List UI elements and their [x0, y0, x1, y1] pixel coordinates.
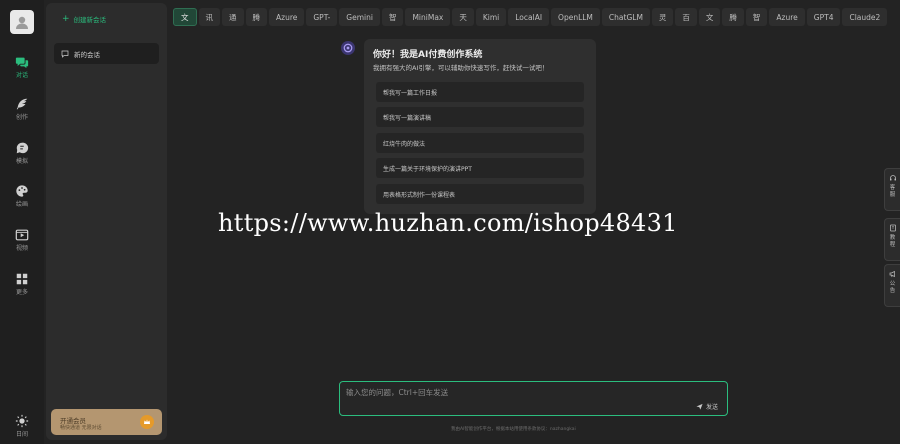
grid-icon	[16, 273, 28, 285]
send-icon	[696, 403, 703, 410]
tutorial-button[interactable]: 教程	[884, 218, 900, 261]
model-tab[interactable]: Gemini	[339, 8, 380, 26]
feather-icon	[16, 98, 28, 110]
model-tab[interactable]: 文	[173, 8, 197, 26]
tutorial-label: 教程	[889, 235, 896, 248]
book-icon	[889, 224, 896, 232]
model-tab[interactable]: 百	[675, 8, 697, 26]
announcement-button[interactable]: 公告	[884, 264, 900, 307]
crown-icon	[140, 415, 154, 429]
model-tab[interactable]: Azure	[269, 8, 305, 26]
model-tab[interactable]: 灵	[651, 8, 674, 26]
chat-icon	[15, 57, 29, 69]
model-tab[interactable]: OpenLLM	[551, 8, 600, 26]
conversation-item[interactable]: 新的会话	[54, 43, 159, 64]
bot-logo-icon	[343, 43, 353, 53]
message-icon	[61, 50, 69, 58]
new-chat-label: 创建新会话	[73, 16, 107, 24]
customer-service-label: 客服	[889, 185, 896, 198]
user-avatar[interactable]	[10, 10, 34, 34]
suggestion-item[interactable]: 用表格形式制作一份课程表	[376, 184, 584, 204]
model-tab[interactable]: 智	[745, 8, 768, 26]
plus-icon: +	[62, 14, 70, 24]
watermark-text: https://www.huzhan.com/ishop48431	[218, 209, 678, 237]
suggestion-item[interactable]: 红烧牛肉的做法	[376, 133, 584, 153]
send-button[interactable]: 发送	[696, 402, 718, 411]
chat-input-box: 发送	[339, 381, 728, 416]
model-tab[interactable]: Kimi	[475, 8, 507, 26]
nav-item-more[interactable]: 更多	[0, 272, 44, 306]
theme-toggle[interactable]: 日间	[0, 414, 44, 444]
welcome-title: 你好！我是AI付费创作系统	[373, 50, 483, 60]
suggestion-item[interactable]: 生成一篇关于环境保护的演讲PPT	[376, 158, 584, 178]
bot-avatar	[341, 41, 355, 55]
welcome-subtitle: 我拥有强大的AI引擎，可以辅助你快速写作，赶快试一试吧！	[373, 64, 549, 72]
model-tab[interactable]: LocalAI	[508, 8, 550, 26]
sun-icon	[15, 414, 29, 428]
suggestion-item[interactable]: 帮我写一篇演讲稿	[376, 107, 584, 127]
nav-item-draw[interactable]: 绘画	[0, 184, 44, 218]
vip-banner[interactable]: 开通会员 畅快通道 无限对话	[51, 409, 162, 435]
nav-item-label: 对话	[15, 72, 28, 79]
nav-item-label: 更多	[15, 289, 28, 296]
vip-subtitle: 畅快通道 无限对话	[60, 425, 102, 431]
model-tab[interactable]: 腾	[245, 8, 267, 26]
nav-item-create[interactable]: 创作	[0, 97, 44, 131]
user-icon	[16, 16, 28, 29]
model-tab[interactable]: 讯	[198, 8, 220, 26]
video-icon	[15, 229, 29, 241]
nav-item-video[interactable]: 视频	[0, 228, 44, 262]
model-tab[interactable]: 智	[381, 8, 404, 26]
announcement-label: 公告	[889, 281, 896, 294]
model-tab[interactable]: GPT-	[306, 8, 338, 26]
theme-toggle-label: 日间	[15, 431, 28, 438]
conversation-panel: + 创建新会话 新的会话 开通会员 畅快通道 无限对话	[46, 3, 167, 440]
new-chat-button[interactable]: + 创建新会话	[62, 14, 107, 25]
model-tab[interactable]: 文	[698, 8, 721, 26]
headset-icon	[889, 175, 896, 181]
chat-input[interactable]	[346, 387, 686, 401]
model-tab[interactable]: 腾	[722, 8, 744, 26]
nav-item-label: 创作	[15, 114, 28, 121]
nav-item-label: 绘画	[15, 201, 28, 208]
left-rail: 对话 创作 模拟 绘画 视频 更多 日间	[0, 0, 44, 444]
brain-icon	[16, 142, 29, 154]
footer-text: 我由AI智能创作平台，根据本站用使用条款协议：nazhangkai	[451, 427, 576, 432]
nav-item-label: 模拟	[15, 158, 28, 165]
model-tab[interactable]: ChatGLM	[601, 8, 650, 26]
conversation-title: 新的会话	[74, 50, 100, 59]
nav-item-chat[interactable]: 对话	[0, 55, 44, 89]
send-label: 发送	[705, 404, 718, 411]
nav-item-simulate[interactable]: 模拟	[0, 141, 44, 175]
nav-item-label: 视频	[15, 245, 28, 252]
model-tab[interactable]: Claude2	[842, 8, 888, 26]
model-tab[interactable]: MiniMax	[405, 8, 451, 26]
model-tab[interactable]: Azure	[769, 8, 805, 26]
palette-icon	[16, 185, 28, 197]
model-tab[interactable]: 通	[222, 8, 244, 26]
model-tab[interactable]: 天	[452, 8, 474, 26]
megaphone-icon	[889, 270, 895, 278]
customer-service-button[interactable]: 客服	[884, 168, 900, 211]
model-tabs: 文讯通腾 Azure GPT- Gemini 智 MiniMax 天 Kimi LocalAI O…	[173, 8, 888, 26]
suggestion-item[interactable]: 帮我写一篇工作日报	[376, 82, 584, 102]
model-tab[interactable]: GPT4	[806, 8, 841, 26]
welcome-card: 你好！我是AI付费创作系统 我拥有强大的AI引擎，可以辅助你快速写作，赶快试一试…	[364, 39, 596, 214]
